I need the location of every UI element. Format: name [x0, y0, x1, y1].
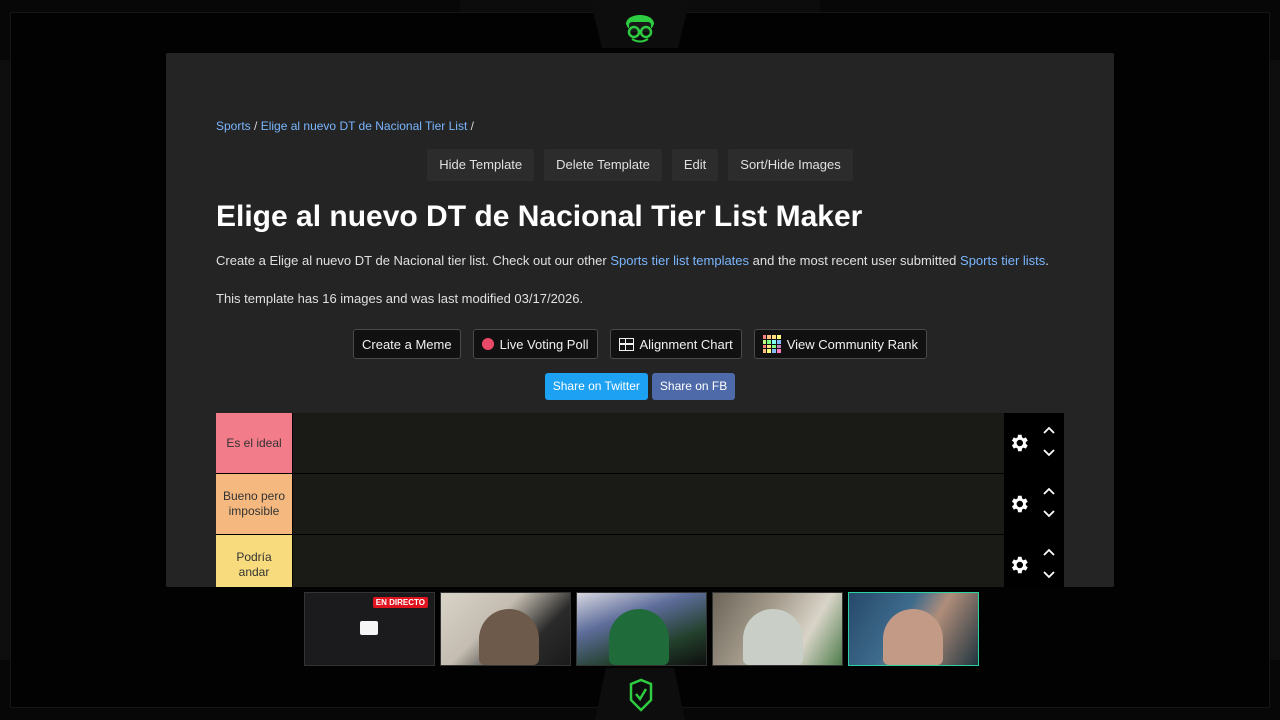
tier-drop-zone[interactable] — [292, 474, 1004, 534]
sports-templates-link[interactable]: Sports tier list templates — [610, 253, 749, 268]
share-fb-button[interactable]: Share on FB — [651, 373, 736, 400]
chevron-down-icon[interactable] — [1042, 570, 1056, 580]
streamer-logo-icon — [626, 15, 654, 43]
template-info: This template has 16 images and was last… — [216, 291, 584, 306]
live-voting-poll-button[interactable]: Live Voting Poll — [472, 329, 598, 359]
tier-list: Es el ideal Bueno pero imposible Podría … — [216, 413, 1064, 587]
tier-controls — [1004, 535, 1064, 587]
grid-icon — [618, 337, 634, 351]
chevron-up-icon[interactable] — [1042, 547, 1056, 557]
tier-controls — [1004, 413, 1064, 473]
chevron-down-icon[interactable] — [1042, 448, 1056, 458]
gear-icon[interactable] — [1008, 432, 1030, 454]
sports-tier-lists-link[interactable]: Sports tier lists — [960, 253, 1045, 268]
template-actions: Hide Template Delete Template Edit Sort/… — [166, 149, 1114, 181]
live-dot-icon — [481, 338, 494, 350]
tier-drop-zone[interactable] — [292, 413, 1004, 473]
breadcrumb-current-link[interactable]: Elige al nuevo DT de Nacional Tier List — [261, 119, 468, 133]
participant-cam — [440, 592, 571, 666]
create-meme-label: Create a Meme — [362, 336, 452, 352]
tier-label[interactable]: Es el ideal — [216, 413, 292, 473]
live-badge: EN DIRECTO — [372, 597, 428, 608]
edit-button[interactable]: Edit — [671, 149, 719, 181]
view-community-rank-label: View Community Rank — [786, 336, 918, 352]
share-buttons: Share on Twitter Share on FB — [166, 373, 1114, 400]
chevron-up-icon[interactable] — [1042, 486, 1056, 496]
webcam-strip: EN DIRECTO — [304, 592, 979, 666]
stream-preview-cam: EN DIRECTO — [304, 592, 435, 666]
gear-icon[interactable] — [1008, 493, 1030, 515]
participant-avatar — [479, 609, 539, 665]
tier-controls — [1004, 474, 1064, 534]
tier-drop-zone[interactable] — [292, 535, 1004, 587]
participant-cam — [576, 592, 707, 666]
participant-avatar — [609, 609, 669, 665]
tier-label[interactable]: Bueno pero imposible — [216, 474, 292, 534]
browser-page: Sports / Elige al nuevo DT de Nacional T… — [166, 53, 1114, 587]
page-description: Create a Elige al nuevo DT de Nacional t… — [216, 253, 1049, 268]
live-voting-poll-label: Live Voting Poll — [499, 336, 589, 352]
share-twitter-button[interactable]: Share on Twitter — [544, 373, 648, 400]
description-text: and the most recent user submitted — [749, 253, 961, 268]
create-meme-button[interactable]: Create a Meme — [353, 329, 461, 359]
tier-row: Bueno pero imposible — [216, 474, 1064, 535]
tool-buttons: Create a Meme Live Voting Poll Alignment… — [166, 329, 1114, 359]
chevron-down-icon[interactable] — [1042, 509, 1056, 519]
alignment-chart-button[interactable]: Alignment Chart — [609, 329, 742, 359]
frame-side-right — [1270, 60, 1280, 660]
tier-row: Podría andar — [216, 535, 1064, 587]
breadcrumb-sports-link[interactable]: Sports — [216, 119, 251, 133]
breadcrumb-separator: / — [254, 119, 258, 133]
participant-avatar — [743, 609, 803, 665]
tier-row: Es el ideal — [216, 413, 1064, 474]
delete-template-button[interactable]: Delete Template — [544, 149, 662, 181]
description-text: . — [1045, 253, 1049, 268]
alignment-chart-label: Alignment Chart — [639, 336, 733, 352]
page-title: Elige al nuevo DT de Nacional Tier List … — [216, 200, 863, 233]
sort-hide-images-button[interactable]: Sort/Hide Images — [728, 149, 853, 181]
participant-avatar — [883, 609, 943, 665]
shield-logo-icon — [629, 678, 653, 712]
community-rank-icon — [762, 335, 781, 353]
chevron-up-icon[interactable] — [1042, 425, 1056, 435]
breadcrumb: Sports / Elige al nuevo DT de Nacional T… — [216, 119, 474, 133]
monitor-icon — [360, 621, 378, 635]
gear-icon[interactable] — [1008, 554, 1030, 576]
tier-label[interactable]: Podría andar — [216, 535, 292, 587]
view-community-rank-button[interactable]: View Community Rank — [753, 329, 927, 359]
participant-cam — [848, 592, 979, 666]
description-text: Create a Elige al nuevo DT de Nacional t… — [216, 253, 611, 268]
participant-cam — [712, 592, 843, 666]
hide-template-button[interactable]: Hide Template — [427, 149, 535, 181]
frame-side-left — [0, 60, 10, 660]
breadcrumb-separator: / — [470, 119, 474, 133]
